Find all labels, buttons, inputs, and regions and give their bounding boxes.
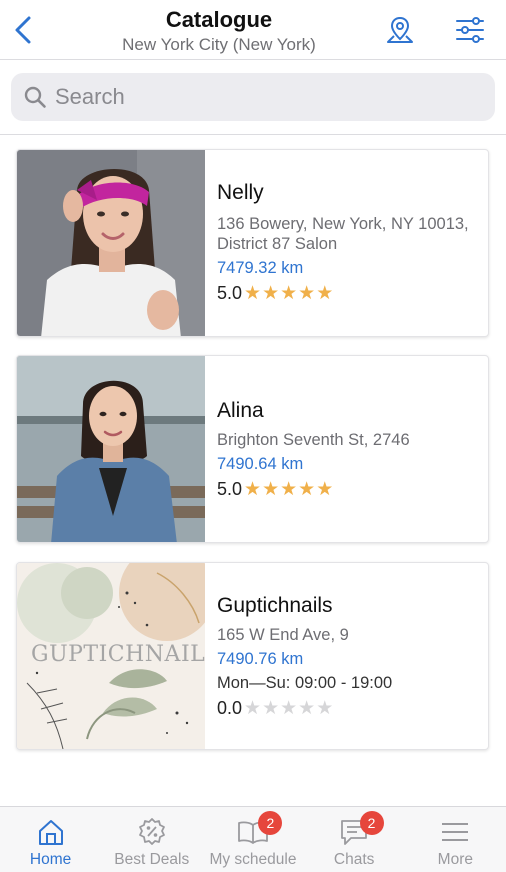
listing-rating: 5.0 ★★★★★ [217, 282, 482, 304]
listing-distance: 7490.76 km [217, 650, 304, 668]
star-empty-icon: ★ [262, 697, 281, 719]
listing-details: Nelly 136 Bowery, New York, NY 10013, Di… [217, 180, 482, 304]
star-filled-icon: ★ [244, 478, 263, 500]
listing-hours: Mon—Su: 09:00 - 19:00 [217, 674, 393, 692]
listing-card[interactable]: GUPTICHNAILS Guptichnails 165 W End Ave,… [16, 562, 489, 750]
header-divider [0, 59, 506, 60]
star-filled-icon: ★ [244, 282, 263, 304]
tab-label: Best Deals [114, 851, 190, 868]
tab-label: Chats [333, 851, 375, 868]
listing-rating: 5.0 ★★★★★ [217, 478, 482, 500]
page-title: Catalogue [165, 7, 273, 32]
listing-name: Nelly [217, 181, 264, 204]
star-filled-icon: ★ [316, 282, 335, 304]
chevron-left-icon [15, 16, 31, 44]
listing-address: Brighton Seventh St, 2746 [217, 431, 410, 449]
star-filled-icon: ★ [298, 478, 317, 500]
listing-rating: 0.0 ★★★★★ [217, 697, 482, 719]
search-input[interactable] [55, 84, 475, 110]
search-bar[interactable] [11, 73, 495, 121]
star-empty-icon: ★ [244, 697, 263, 719]
star-empty-icon: ★ [316, 697, 335, 719]
home-icon [38, 820, 63, 845]
discount-badge-icon [138, 818, 165, 845]
listing-photo [17, 356, 205, 542]
listing-card[interactable]: Nelly 136 Bowery, New York, NY 10013, Di… [16, 149, 489, 337]
star-filled-icon: ★ [316, 478, 335, 500]
tab-more[interactable]: More [405, 807, 506, 872]
star-filled-icon: ★ [262, 282, 281, 304]
menu-icon [442, 823, 469, 841]
title-block: Catalogue New York City (New York) [60, 6, 378, 56]
listing-distance: 7479.32 km [217, 259, 304, 277]
list-divider [0, 134, 506, 135]
listing-card[interactable]: Alina Brighton Seventh St, 2746 7490.64 … [16, 355, 489, 543]
search-icon [24, 86, 46, 108]
map-button[interactable] [380, 10, 420, 50]
tab-label: My schedule [209, 851, 297, 868]
listing-details: Guptichnails 165 W End Ave, 9 7490.76 km… [217, 593, 482, 719]
star-rating: ★★★★★ [244, 282, 334, 304]
listing-details: Alina Brighton Seventh St, 2746 7490.64 … [217, 398, 482, 500]
tab-label: More [437, 851, 473, 868]
listing-address: 165 W End Ave, 9 [217, 626, 349, 644]
star-filled-icon: ★ [280, 478, 299, 500]
notification-badge: 2 [258, 811, 283, 835]
star-rating: ★★★★★ [244, 478, 334, 500]
star-empty-icon: ★ [280, 697, 299, 719]
tab-chats[interactable]: 2 Chats [304, 807, 405, 872]
logo-watermark: GUPTICHNAILS [31, 642, 205, 667]
tab-bar: Home Best Deals 2 My schedule 2 Chats Mo… [0, 806, 506, 872]
filter-button[interactable] [450, 10, 490, 50]
rating-value: 5.0 [217, 283, 243, 303]
header: Catalogue New York City (New York) [0, 0, 506, 60]
listing-logo: GUPTICHNAILS [17, 563, 205, 749]
listing-distance: 7490.64 km [217, 455, 304, 473]
tab-best-deals[interactable]: Best Deals [101, 807, 202, 872]
star-filled-icon: ★ [280, 282, 299, 304]
star-filled-icon: ★ [298, 282, 317, 304]
rating-value: 0.0 [217, 698, 243, 718]
listing-name: Guptichnails [217, 594, 333, 617]
rating-value: 5.0 [217, 479, 243, 499]
star-empty-icon: ★ [298, 697, 317, 719]
star-rating: ★★★★★ [244, 697, 334, 719]
listing-photo [17, 150, 205, 336]
listing-name: Alina [217, 399, 264, 422]
tab-home[interactable]: Home [0, 807, 101, 872]
tab-my-schedule[interactable]: 2 My schedule [202, 807, 303, 872]
map-pin-icon [387, 16, 413, 43]
location-subtitle[interactable]: New York City (New York) [60, 34, 378, 56]
star-filled-icon: ★ [262, 478, 281, 500]
sliders-icon [456, 17, 484, 43]
listing-address: 136 Bowery, New York, NY 10013, District… [217, 215, 469, 253]
notification-badge: 2 [359, 811, 384, 835]
back-button[interactable] [8, 10, 38, 50]
tab-label: Home [29, 851, 72, 868]
